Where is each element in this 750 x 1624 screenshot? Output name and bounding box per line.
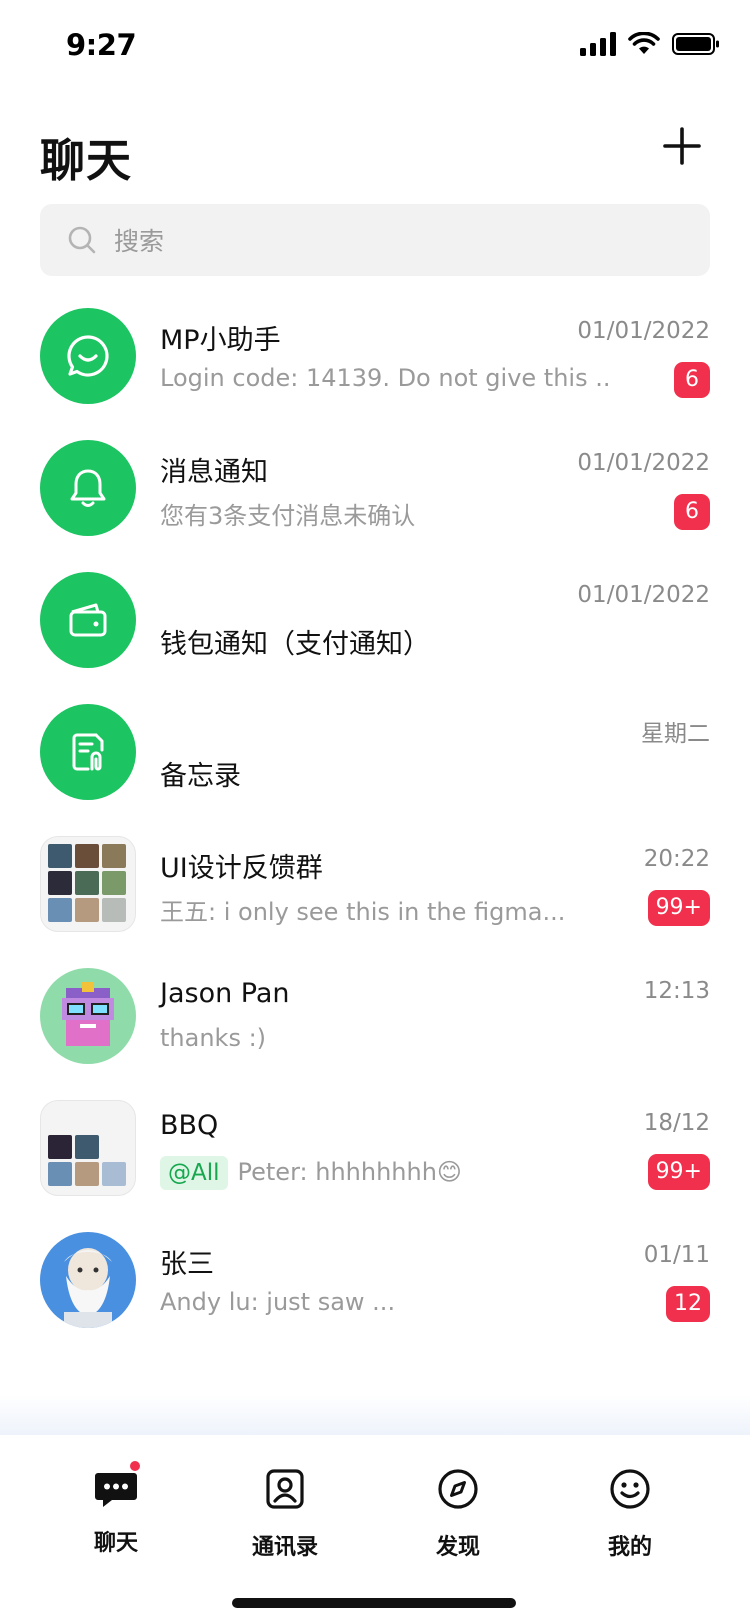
unread-badge: 99+ <box>647 890 710 926</box>
chat-name: 消息通知 <box>160 457 268 488</box>
avatar <box>40 440 136 536</box>
search-input[interactable]: 搜索 <box>40 204 710 276</box>
chat-name: UI设计反馈群 <box>160 853 323 884</box>
add-icon[interactable] <box>660 124 704 168</box>
unread-badge: 12 <box>666 1286 710 1322</box>
chat-preview-text: Peter: hhhhhhhh😊 <box>237 1158 462 1186</box>
unread-badge: 6 <box>674 494 710 530</box>
chat-name: 钱包通知（支付通知） <box>160 629 430 660</box>
chat-preview: 您有3条支付消息未确认 <box>160 502 416 530</box>
chat-row-zhang-san[interactable]: 张三 01/11 Andy lu: just saw ... 12 <box>0 1224 750 1356</box>
home-indicator <box>232 1598 516 1608</box>
mention-all-tag: @All <box>160 1156 228 1190</box>
contacts-icon <box>266 1469 304 1509</box>
bell-icon <box>70 469 106 507</box>
search-icon <box>68 226 96 254</box>
bearded-man-image <box>64 1248 112 1328</box>
chat-name: BBQ <box>160 1110 219 1141</box>
group-avatar-grid <box>40 836 136 932</box>
unread-badge: 6 <box>674 362 710 398</box>
chat-row-wallet[interactable]: 钱包通知（支付通知） 01/01/2022 <box>0 564 750 696</box>
signal-icon <box>580 32 616 56</box>
page-title: 聊天 <box>40 134 133 187</box>
chat-row-bbq[interactable]: BBQ 18/12 @All Peter: hhhhhhhh😊 99+ <box>0 1092 750 1224</box>
chat-time: 18/12 <box>643 1110 710 1136</box>
chat-time: 01/11 <box>643 1242 710 1268</box>
tab-chats[interactable]: 聊天 <box>56 1459 176 1565</box>
chat-preview: 王五: i only see this in the figma... <box>160 898 566 926</box>
notification-dot <box>128 1459 142 1473</box>
chat-preview: Andy lu: just saw ... <box>160 1288 396 1316</box>
status-icons <box>580 32 720 56</box>
avatar <box>40 308 136 404</box>
status-bar: 9:27 <box>0 0 750 96</box>
memo-icon <box>72 733 104 771</box>
chat-list: MP小助手 01/01/2022 Login code: 14139. Do n… <box>0 300 750 1356</box>
chat-row-notifications[interactable]: 消息通知 01/01/2022 您有3条支付消息未确认 6 <box>0 432 750 564</box>
header: 聊天 <box>40 118 710 188</box>
chat-name: 张三 <box>160 1249 214 1280</box>
tab-label: 发现 <box>435 1535 480 1560</box>
tab-label: 通讯录 <box>251 1535 318 1560</box>
chat-bubble-icon <box>92 1459 142 1513</box>
group-avatar-grid <box>40 1100 136 1196</box>
chat-name: MP小助手 <box>160 325 281 356</box>
battery-icon <box>672 33 719 55</box>
chat-name: 备忘录 <box>160 761 241 792</box>
pixel-character-image <box>62 982 114 1046</box>
chat-time: 12:13 <box>643 978 710 1004</box>
chat-preview: thanks :) <box>160 1024 267 1052</box>
avatar <box>40 572 136 668</box>
pixel-avatar <box>40 968 136 1064</box>
bottom-tab-bar: 聊天 通讯录 发现 我的 <box>0 1435 750 1624</box>
group-avatar-mosaic <box>48 844 128 924</box>
chat-name: Jason Pan <box>160 978 290 1009</box>
tabbar-shadow <box>0 1395 750 1435</box>
compass-icon <box>438 1469 478 1509</box>
portrait-avatar <box>40 1232 136 1328</box>
whatsapp-smile-icon <box>67 335 109 377</box>
group-avatar-mosaic <box>48 1108 128 1188</box>
wallet-icon <box>69 603 107 637</box>
tab-label: 我的 <box>607 1535 652 1560</box>
chat-preview-with-mention: @All Peter: hhhhhhhh😊 <box>160 1156 462 1190</box>
avatar <box>40 704 136 800</box>
wifi-icon <box>628 32 660 54</box>
tab-label: 聊天 <box>93 1531 138 1556</box>
chat-time: 20:22 <box>643 846 710 872</box>
smiley-icon <box>610 1469 650 1509</box>
chat-row-ui-feedback-group[interactable]: UI设计反馈群 20:22 王五: i only see this in the… <box>0 828 750 960</box>
tab-contacts[interactable]: 通讯录 <box>225 1465 345 1565</box>
chat-row-memo[interactable]: 备忘录 星期二 <box>0 696 750 828</box>
unread-badge: 99+ <box>647 1154 710 1190</box>
chat-row-jason-pan[interactable]: Jason Pan 12:13 thanks :) <box>0 960 750 1092</box>
tab-me[interactable]: 我的 <box>570 1465 690 1565</box>
chat-row-mp-assistant[interactable]: MP小助手 01/01/2022 Login code: 14139. Do n… <box>0 300 750 432</box>
chat-preview: Login code: 14139. Do not give this ... <box>160 364 610 392</box>
tab-discover[interactable]: 发现 <box>398 1465 518 1565</box>
chat-time: 01/01/2022 <box>577 582 710 608</box>
chat-time: 星期二 <box>641 721 710 747</box>
search-placeholder: 搜索 <box>114 227 165 256</box>
chat-time: 01/01/2022 <box>577 450 710 476</box>
chat-time: 01/01/2022 <box>577 318 710 344</box>
status-time: 9:27 <box>66 28 137 62</box>
